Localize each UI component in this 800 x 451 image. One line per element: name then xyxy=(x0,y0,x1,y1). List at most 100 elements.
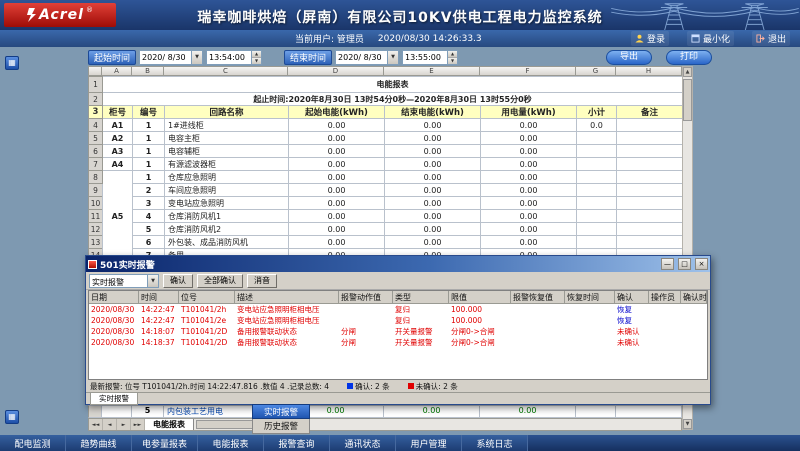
alarm-col-action-value: 报警动作值 xyxy=(339,291,393,304)
cell-cabinet: A4 xyxy=(103,158,133,171)
cell-circuit-name: 外包装、成品消防风机 xyxy=(165,236,289,249)
column-letter: A xyxy=(102,66,132,76)
alarm-type: 开关量报警 xyxy=(393,326,449,337)
dialog-minimize-button[interactable]: — xyxy=(661,258,674,270)
cell-subtotal: 0.0 xyxy=(577,119,617,132)
tab-next-icon[interactable]: ► xyxy=(117,419,131,430)
cell-start-energy: 0.00 xyxy=(289,119,385,132)
scroll-down-icon[interactable]: ▼ xyxy=(683,419,692,429)
alarm-operator xyxy=(649,337,681,348)
alarm-recover-value xyxy=(511,315,565,326)
login-button[interactable]: 登录 xyxy=(631,31,669,46)
alarm-col-limit: 限值 xyxy=(449,291,511,304)
alarm-row[interactable]: 2020/08/30 14:18:07 T101041/2D 备用报警联动状态 … xyxy=(89,326,707,337)
scrollbar-thumb[interactable] xyxy=(683,79,692,121)
alarm-filter-select[interactable]: 实时报警 ▼ xyxy=(89,274,159,288)
cell-start-energy: 0.00 xyxy=(289,145,385,158)
table-row: 5 A2 1 电容主柜 0.00 0.00 0.00 xyxy=(89,132,683,145)
end-time-button[interactable]: 结束时间 xyxy=(284,50,332,65)
alarm-confirm-time xyxy=(681,326,707,337)
column-letter: F xyxy=(480,66,576,76)
tab-realtime-alarm[interactable]: 实时报警 xyxy=(90,393,138,405)
row-number: 8 xyxy=(89,171,103,184)
nav-item-alarm-query[interactable]: 报警查询 xyxy=(264,435,330,451)
start-date-picker[interactable]: 2020/ 8/30 ▼ xyxy=(139,50,203,65)
minimize-button-label: 最小化 xyxy=(703,32,730,45)
spinner-down-icon[interactable]: ▼ xyxy=(252,58,261,64)
app-shortcut-icon[interactable]: ▦ xyxy=(5,410,19,424)
minimize-button[interactable]: 最小化 xyxy=(687,31,734,46)
column-letter: E xyxy=(384,66,480,76)
chevron-down-icon[interactable]: ▼ xyxy=(387,51,398,64)
alarm-col-date: 日期 xyxy=(89,291,139,304)
menu-item-realtime-alarm[interactable]: 实时报警 xyxy=(252,404,310,419)
nav-item-param-report[interactable]: 电参量报表 xyxy=(132,435,198,451)
alarm-row[interactable]: 2020/08/30 14:18:37 T101041/2D 备用报警联动状态 … xyxy=(89,337,707,348)
alarm-recover-time xyxy=(565,337,615,348)
alarm-date: 2020/08/30 xyxy=(89,315,139,326)
confirm-button[interactable]: 确认 xyxy=(163,274,193,288)
alarm-operator xyxy=(649,326,681,337)
spinner-up-icon[interactable]: ▲ xyxy=(448,51,457,58)
nav-item-power-monitor[interactable]: 配电监测 xyxy=(0,435,66,451)
alarm-col-tag: 位号 xyxy=(179,291,235,304)
end-time-spinner[interactable]: 13:55:00 ▲▼ xyxy=(402,50,458,65)
nav-item-trend-curve[interactable]: 趋势曲线 xyxy=(66,435,132,451)
time-spinner-buttons[interactable]: ▲▼ xyxy=(447,51,457,64)
nav-item-system-log[interactable]: 系统日志 xyxy=(462,435,528,451)
confirmed-count-label: 确认: 2 条 xyxy=(355,381,390,392)
alarm-limit: 分闸0->合闸 xyxy=(449,326,511,337)
app-shortcut-icon[interactable]: ▦ xyxy=(5,56,19,70)
cell-end-energy: 0.00 xyxy=(385,184,481,197)
query-toolbar: 起始时间 2020/ 8/30 ▼ 13:54:00 ▲▼ 结束时间 2020/… xyxy=(88,49,712,65)
tab-prev-icon[interactable]: ◄ xyxy=(103,419,117,430)
cell-no: 5 xyxy=(133,223,165,236)
nav-item-comm-status[interactable]: 通讯状态 xyxy=(330,435,396,451)
alarm-type: 复归 xyxy=(393,304,449,315)
cell-start-energy: 0.00 xyxy=(289,210,385,223)
nav-item-user-mgmt[interactable]: 用户管理 xyxy=(396,435,462,451)
user-icon xyxy=(635,34,644,43)
alarm-date: 2020/08/30 xyxy=(89,337,139,348)
print-button[interactable]: 打印 xyxy=(666,50,712,65)
start-time-spinner[interactable]: 13:54:00 ▲▼ xyxy=(206,50,262,65)
tab-last-icon[interactable]: ►► xyxy=(131,419,145,430)
spinner-down-icon[interactable]: ▼ xyxy=(448,58,457,64)
dialog-close-button[interactable]: × xyxy=(695,258,708,270)
alarm-row[interactable]: 2020/08/30 14:22:47 T101041/2e 变电站应急照明柜相… xyxy=(89,315,707,326)
cell-note xyxy=(617,158,683,171)
mute-button[interactable]: 消音 xyxy=(247,274,277,288)
cell-end-energy: 0.00 xyxy=(384,405,480,418)
table-row: 9 2 车间应急照明 0.00 0.00 0.00 xyxy=(89,184,683,197)
sheet-tab-energy-report[interactable]: 电能报表 xyxy=(145,419,194,430)
chevron-down-icon[interactable]: ▼ xyxy=(147,275,158,287)
row-number: 7 xyxy=(89,158,103,171)
alarm-dialog-titlebar[interactable]: 501实时报警 — □ × xyxy=(86,256,710,272)
scroll-up-icon[interactable]: ▲ xyxy=(683,67,692,77)
row-number xyxy=(88,405,102,418)
time-spinner-buttons[interactable]: ▲▼ xyxy=(251,51,261,64)
cell-subtotal xyxy=(577,158,617,171)
chevron-down-icon[interactable]: ▼ xyxy=(191,51,202,64)
user-bar: 当前用户: 管理员 2020/08/30 14:26:33.3 登录 最小化 退… xyxy=(0,30,800,47)
start-time-button[interactable]: 起始时间 xyxy=(88,50,136,65)
row-number: 11 xyxy=(89,210,103,223)
cell-start-energy: 0.00 xyxy=(289,184,385,197)
cell-circuit-name: 车间应急照明 xyxy=(165,184,289,197)
tab-first-icon[interactable]: ◄◄ xyxy=(89,419,103,430)
dialog-maximize-button[interactable]: □ xyxy=(678,258,691,270)
spinner-up-icon[interactable]: ▲ xyxy=(252,51,261,58)
alarm-recover-value xyxy=(511,337,565,348)
alarm-confirm-state: 未确认 xyxy=(615,326,649,337)
minimize-icon xyxy=(691,34,700,43)
end-date-picker[interactable]: 2020/ 8/30 ▼ xyxy=(335,50,399,65)
nav-item-energy-report[interactable]: 电能报表 xyxy=(198,435,264,451)
cell-no: 6 xyxy=(133,236,165,249)
menu-item-history-alarm[interactable]: 历史报警 xyxy=(252,419,310,434)
alarm-row[interactable]: 2020/08/30 14:22:47 T101041/2h 变电站应急照明柜相… xyxy=(89,304,707,315)
datetime-label: 2020/08/30 14:26:33.3 xyxy=(378,34,482,44)
confirm-all-button[interactable]: 全部确认 xyxy=(197,274,243,288)
export-button[interactable]: 导出 xyxy=(606,50,652,65)
exit-button[interactable]: 退出 xyxy=(752,31,790,46)
cell-note xyxy=(617,171,683,184)
